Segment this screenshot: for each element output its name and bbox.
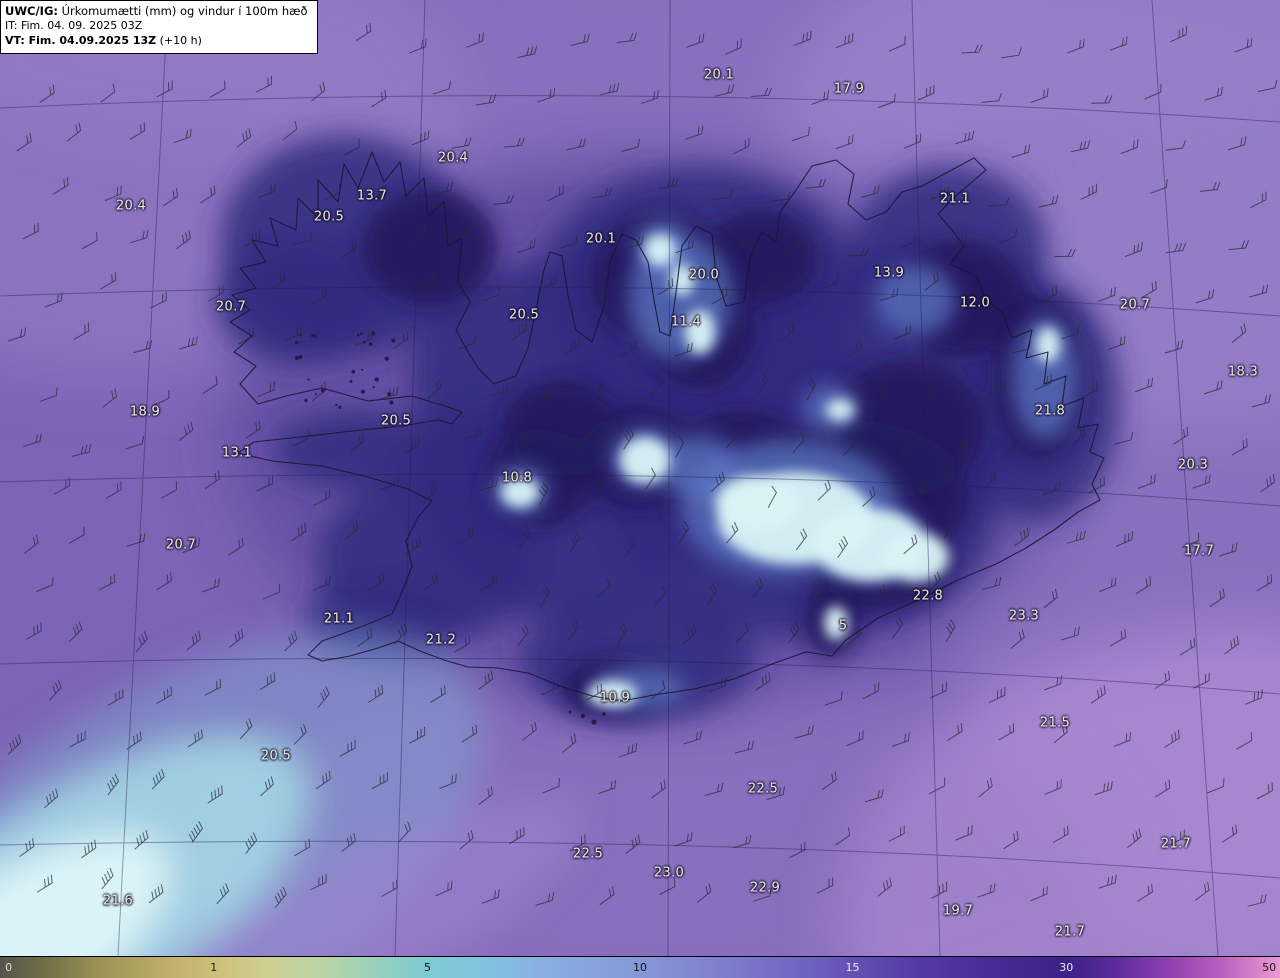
skerry-dot — [374, 377, 379, 382]
skerry-dot — [294, 355, 299, 361]
init-time: IT: Fim. 04. 09. 2025 03Z — [5, 19, 143, 33]
colorbar-tick-label: 5 — [424, 960, 432, 974]
skerry-dot — [307, 378, 310, 381]
map-info-box: UWC/IG: Úrkomumætti (mm) og vindur í 100… — [0, 0, 318, 54]
weather-map-screen: 20.1 17.9 20.4 13.7 20.4 20.5 21.1 20.1 20.0 13.9… — [0, 0, 1280, 978]
skerry-dot — [360, 389, 365, 394]
skerry-dot — [299, 333, 302, 337]
skerry-dot — [314, 393, 317, 396]
weather-map-canvas — [0, 0, 1280, 956]
precip-blob — [670, 264, 694, 296]
skerry-dot — [349, 379, 353, 383]
colorbar-tick-label: 15 — [845, 960, 860, 974]
skerry-dot — [304, 398, 308, 403]
precip-blob — [1036, 327, 1060, 363]
skerry-dot — [360, 368, 364, 371]
precip-blob — [685, 310, 715, 354]
colorbar-tick-label: 50 — [1262, 960, 1277, 974]
precip-blob — [587, 681, 637, 707]
map-title: Úrkomumætti (mm) og vindur í 100m hæð — [61, 4, 308, 18]
island-dot — [580, 713, 586, 719]
island-dot — [602, 712, 606, 716]
valid-offset: (+10 h) — [159, 34, 202, 48]
model-id: UWC/IG: — [5, 4, 58, 18]
colorbar-tick-label: 30 — [1059, 960, 1074, 974]
skerry-dot — [368, 342, 373, 346]
skerry-dot — [384, 356, 389, 361]
colorbar-tick-label: 0 — [5, 960, 13, 974]
skerry-dot — [338, 405, 342, 409]
skerry-dot — [335, 403, 338, 406]
skerry-dot — [314, 334, 318, 338]
skerry-dot — [387, 416, 390, 419]
skerry-dot — [294, 340, 299, 345]
precip-blob — [824, 606, 848, 640]
precip-blob — [826, 399, 854, 421]
map-title-line: UWC/IG: Úrkomumætti (mm) og vindur í 100… — [5, 4, 308, 19]
precip-blob — [362, 190, 498, 306]
skerry-dot — [372, 386, 375, 389]
precip-blob — [501, 477, 539, 507]
colorbar-tick-label: 10 — [633, 960, 647, 974]
colorbar-tick-label: 1 — [210, 960, 218, 974]
precip-blob — [875, 264, 955, 336]
skerry-dot — [356, 333, 360, 337]
precip-blob — [644, 234, 676, 266]
valid-time: VT: Fim. 04.09.2025 13Z — [5, 34, 157, 48]
island-dot — [568, 710, 572, 714]
precip-colorbar: 0 1 5 10 15 30 50 — [0, 956, 1280, 978]
skerry-dot — [360, 332, 363, 335]
precip-blob — [715, 475, 799, 531]
valid-time-line: VT: Fim. 04.09.2025 13Z (+10 h) — [5, 34, 308, 49]
skerry-dot — [391, 338, 396, 343]
skerry-dot — [389, 400, 394, 405]
island-dot — [591, 719, 597, 725]
skerry-dot — [351, 369, 356, 374]
